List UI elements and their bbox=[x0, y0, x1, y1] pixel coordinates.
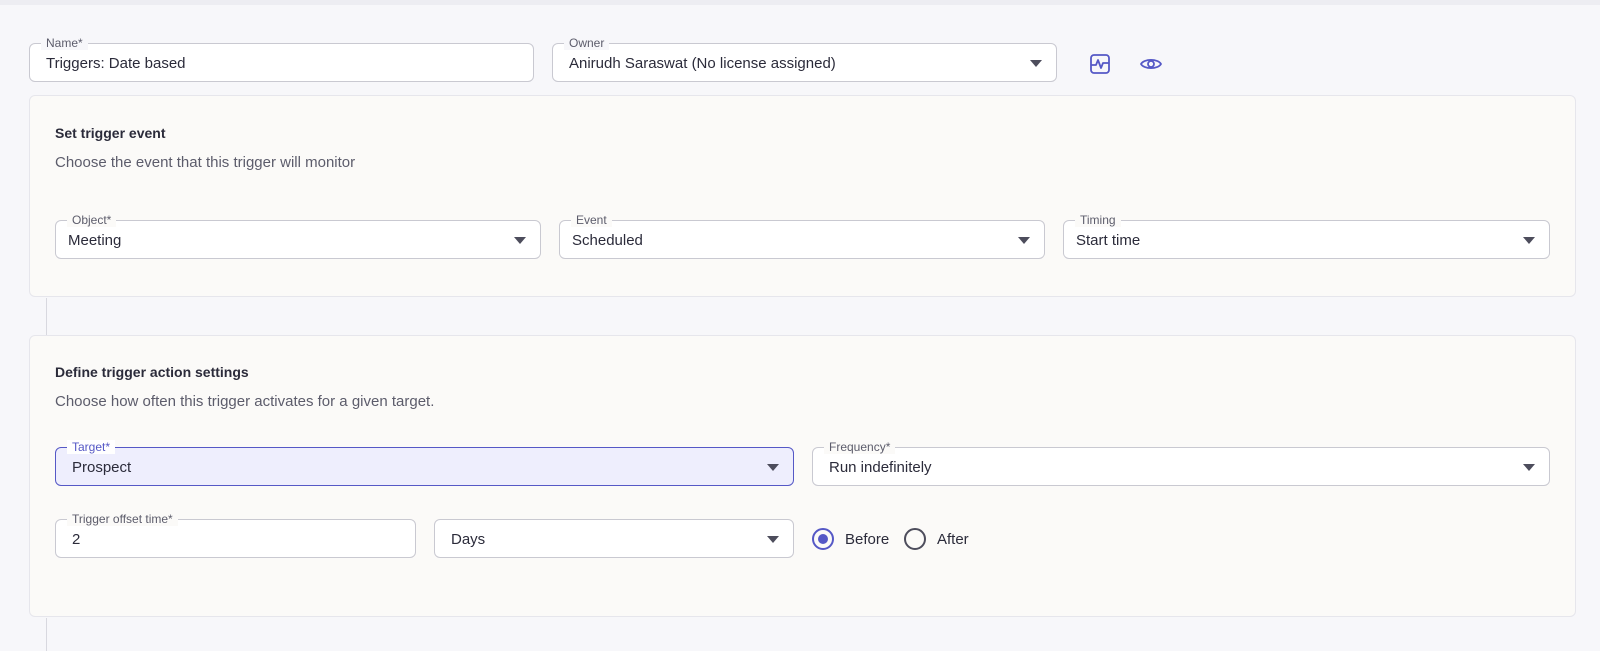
timing-select[interactable]: Timing Start time bbox=[1063, 213, 1550, 259]
event-select[interactable]: Event Scheduled bbox=[559, 213, 1045, 259]
trigger-action-card: Define trigger action settings Choose ho… bbox=[29, 335, 1576, 617]
trigger-event-card: Set trigger event Choose the event that … bbox=[29, 95, 1576, 297]
offset-time-label: Trigger offset time* bbox=[67, 512, 178, 526]
owner-select-value: Anirudh Saraswat (No license assigned) bbox=[569, 55, 836, 72]
offset-unit-select[interactable]: Days bbox=[434, 519, 794, 558]
step-connector bbox=[46, 618, 47, 651]
chevron-down-icon bbox=[1523, 237, 1535, 244]
radio-before-label: Before bbox=[845, 530, 890, 548]
chevron-down-icon bbox=[767, 536, 779, 543]
chevron-down-icon bbox=[1523, 464, 1535, 471]
trigger-action-title: Define trigger action settings bbox=[55, 364, 249, 380]
frequency-select-label: Frequency* bbox=[824, 440, 896, 454]
chevron-down-icon bbox=[1030, 60, 1042, 67]
eye-icon bbox=[1139, 58, 1163, 70]
trigger-event-title: Set trigger event bbox=[55, 125, 166, 141]
event-select-value: Scheduled bbox=[572, 232, 643, 249]
activity-button[interactable] bbox=[1085, 49, 1115, 79]
target-select-label: Target* bbox=[67, 440, 116, 454]
chevron-down-icon bbox=[514, 237, 526, 244]
event-select-label: Event bbox=[571, 213, 612, 227]
chevron-down-icon bbox=[1018, 237, 1030, 244]
step-connector bbox=[46, 298, 47, 335]
target-select-value: Prospect bbox=[72, 459, 132, 476]
owner-select[interactable]: Owner Anirudh Saraswat (No license assig… bbox=[552, 36, 1057, 82]
radio-before[interactable]: Before bbox=[812, 528, 889, 550]
object-select-label: Object* bbox=[67, 213, 117, 227]
preview-button[interactable] bbox=[1136, 49, 1166, 79]
name-field-label: Name* bbox=[41, 36, 88, 50]
timing-select-label: Timing bbox=[1075, 213, 1121, 227]
radio-after[interactable]: After bbox=[904, 528, 969, 550]
activity-icon bbox=[1090, 54, 1110, 74]
name-field[interactable]: Name* Triggers: Date based bbox=[29, 36, 534, 82]
top-strip bbox=[0, 0, 1600, 5]
timing-select-value: Start time bbox=[1076, 232, 1141, 249]
radio-before-circle[interactable] bbox=[812, 528, 834, 550]
radio-after-label: After bbox=[937, 530, 969, 548]
offset-time-value: 2 bbox=[72, 531, 81, 548]
name-field-value: Triggers: Date based bbox=[46, 55, 186, 72]
frequency-select[interactable]: Frequency* Run indefinitely bbox=[812, 440, 1550, 486]
frequency-select-value: Run indefinitely bbox=[829, 459, 932, 476]
offset-time-input[interactable]: Trigger offset time* 2 bbox=[55, 512, 416, 558]
chevron-down-icon bbox=[767, 464, 779, 471]
trigger-action-description: Choose how often this trigger activates … bbox=[55, 393, 435, 410]
object-select-value: Meeting bbox=[68, 232, 122, 249]
owner-select-label: Owner bbox=[564, 36, 610, 50]
object-select[interactable]: Object* Meeting bbox=[55, 213, 541, 259]
trigger-event-description: Choose the event that this trigger will … bbox=[55, 154, 356, 171]
target-select[interactable]: Target* Prospect bbox=[55, 440, 794, 486]
radio-after-circle[interactable] bbox=[904, 528, 926, 550]
offset-unit-value: Days bbox=[451, 531, 486, 548]
